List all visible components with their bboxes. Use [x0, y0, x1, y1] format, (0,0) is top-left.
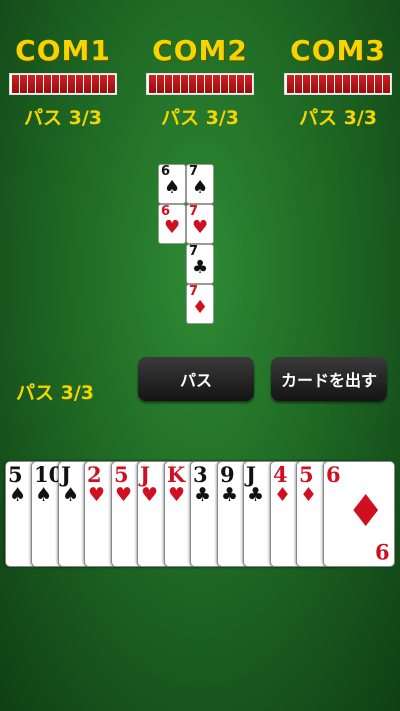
opponent-com2: COM2 パス 3/3: [140, 34, 260, 130]
club-icon: ♣: [221, 484, 239, 506]
opponent-card-backs: [9, 73, 117, 95]
table-card: 6 ♠: [159, 165, 185, 203]
table-card: 7 ♣: [187, 245, 213, 283]
table-card: 6 ♥: [159, 205, 185, 243]
opponent-pass-count: パス 3/3: [299, 107, 377, 129]
opponent-name: COM2: [152, 34, 248, 67]
card-rank: 9: [220, 462, 235, 487]
opponent-name: COM3: [290, 34, 386, 67]
diamond-icon: ♦: [300, 484, 318, 506]
card-rank: 2: [87, 462, 102, 487]
opponent-name: COM1: [15, 34, 111, 67]
opponent-pass-count: パス 3/3: [24, 107, 102, 129]
opponent-com1: COM1 パス 3/3: [3, 34, 123, 130]
spade-icon: ♠: [164, 177, 181, 198]
club-icon: ♣: [192, 257, 209, 278]
player-pass-count: パス 3/3: [16, 382, 94, 404]
spade-icon: ♠: [35, 484, 53, 506]
opponent-pass-count: パス 3/3: [161, 107, 239, 129]
play-cards-button[interactable]: カードを出す: [271, 357, 387, 401]
heart-icon: ♥: [141, 484, 159, 506]
heart-icon: ♥: [168, 484, 186, 506]
heart-icon: ♥: [164, 217, 181, 238]
card-rank: 3: [193, 462, 208, 487]
heart-icon: ♥: [88, 484, 106, 506]
diamond-icon: ♦: [274, 484, 292, 506]
heart-icon: ♥: [192, 217, 209, 238]
card-rank: J: [61, 462, 71, 487]
card-rank: 5: [114, 462, 129, 487]
card-rank: K: [167, 462, 186, 487]
card-rank: 5: [299, 462, 314, 487]
spade-icon: ♠: [192, 177, 209, 198]
spade-icon: ♠: [62, 484, 80, 506]
diamond-icon: ♦: [346, 486, 386, 537]
club-icon: ♣: [247, 484, 265, 506]
diamond-icon: ♦: [192, 297, 209, 318]
heart-icon: ♥: [115, 484, 133, 506]
opponent-com3: COM3 パス 3/3: [278, 34, 398, 130]
opponent-card-backs: [146, 73, 254, 95]
card-rank-bottom: 9: [375, 539, 390, 564]
club-icon: ♣: [194, 484, 212, 506]
spade-icon: ♠: [9, 484, 27, 506]
table-card: 7 ♥: [187, 205, 213, 243]
card-rank: J: [140, 462, 150, 487]
pass-button[interactable]: パス: [138, 357, 254, 401]
card-rank: J: [246, 462, 256, 487]
card-rank: 4: [273, 462, 288, 487]
card-rank: 5: [8, 462, 23, 487]
table-card: 7 ♠: [187, 165, 213, 203]
hand-card[interactable]: 6 ♦ 9: [323, 461, 395, 567]
table-card: 7 ♦: [187, 285, 213, 323]
card-rank: 6: [326, 462, 341, 487]
opponent-card-backs: [284, 73, 392, 95]
